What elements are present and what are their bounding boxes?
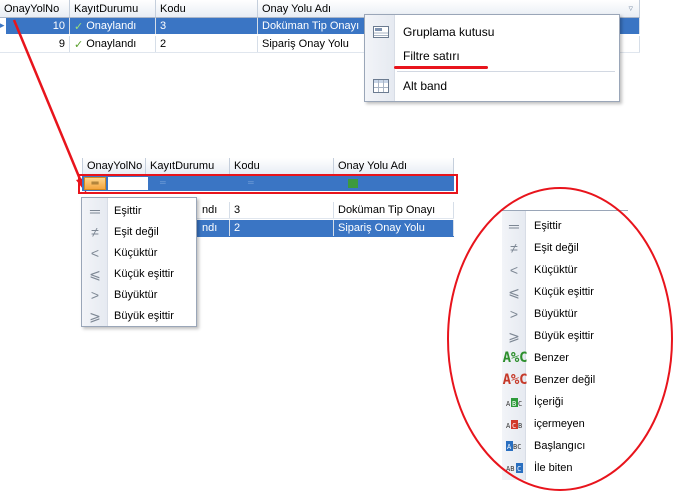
menu-item-buyuk-esittir[interactable]: ⩾ Büyük eşittir [82,306,196,326]
menu-item-kucuk-esittir[interactable]: ⩽ Küçük eşittir [82,264,196,284]
annotation-ellipse [447,187,673,491]
column-header-onayyolno[interactable]: OnayYolNo [82,158,146,175]
menu-item-label: Küçüktür [114,247,158,259]
operator-menu: ═ Eşittir ≠ Eşit değil < Küçüktür ⩽ Küçük eş… [81,197,197,327]
not-equal-icon: ≠ [91,224,99,240]
cell-kodu[interactable]: 2 [230,220,334,236]
menu-item-esittir[interactable]: ═ Eşittir [82,201,196,221]
equals-icon: ═ [90,203,100,219]
less-equal-icon: ⩽ [89,265,101,282]
menu-item-kucuktur[interactable]: < Küçüktür [82,243,196,263]
menu-item-label: Eşittir [114,205,142,217]
cell-onay-yolu-adi[interactable]: Sipariş Onay Yolu [334,220,454,236]
column-header-kodu[interactable]: Kodu [230,158,334,175]
menu-item-label: Büyük eşittir [114,310,174,322]
cell-onay-yolu-adi[interactable]: Doküman Tip Onayı [334,202,454,218]
menu-item-label: Büyüktür [114,289,158,301]
menu-item-label: Küçük eşittir [114,268,174,280]
greater-equal-icon: ⩾ [89,307,101,324]
menu-item-buyuktur[interactable]: > Büyüktür [82,285,196,305]
menu-item-label: Eşit değil [114,226,159,238]
menu-item-esit-degil[interactable]: ≠ Eşit değil [82,222,196,242]
column-header-onay-yolu-adi[interactable]: Onay Yolu Adı [334,158,454,175]
cell-kodu[interactable]: 3 [230,202,334,218]
annotation-box [78,174,458,194]
less-than-icon: < [90,245,100,261]
greater-than-icon: > [90,287,100,303]
column-header-kayitdurumu[interactable]: KayıtDurumu [146,158,230,175]
